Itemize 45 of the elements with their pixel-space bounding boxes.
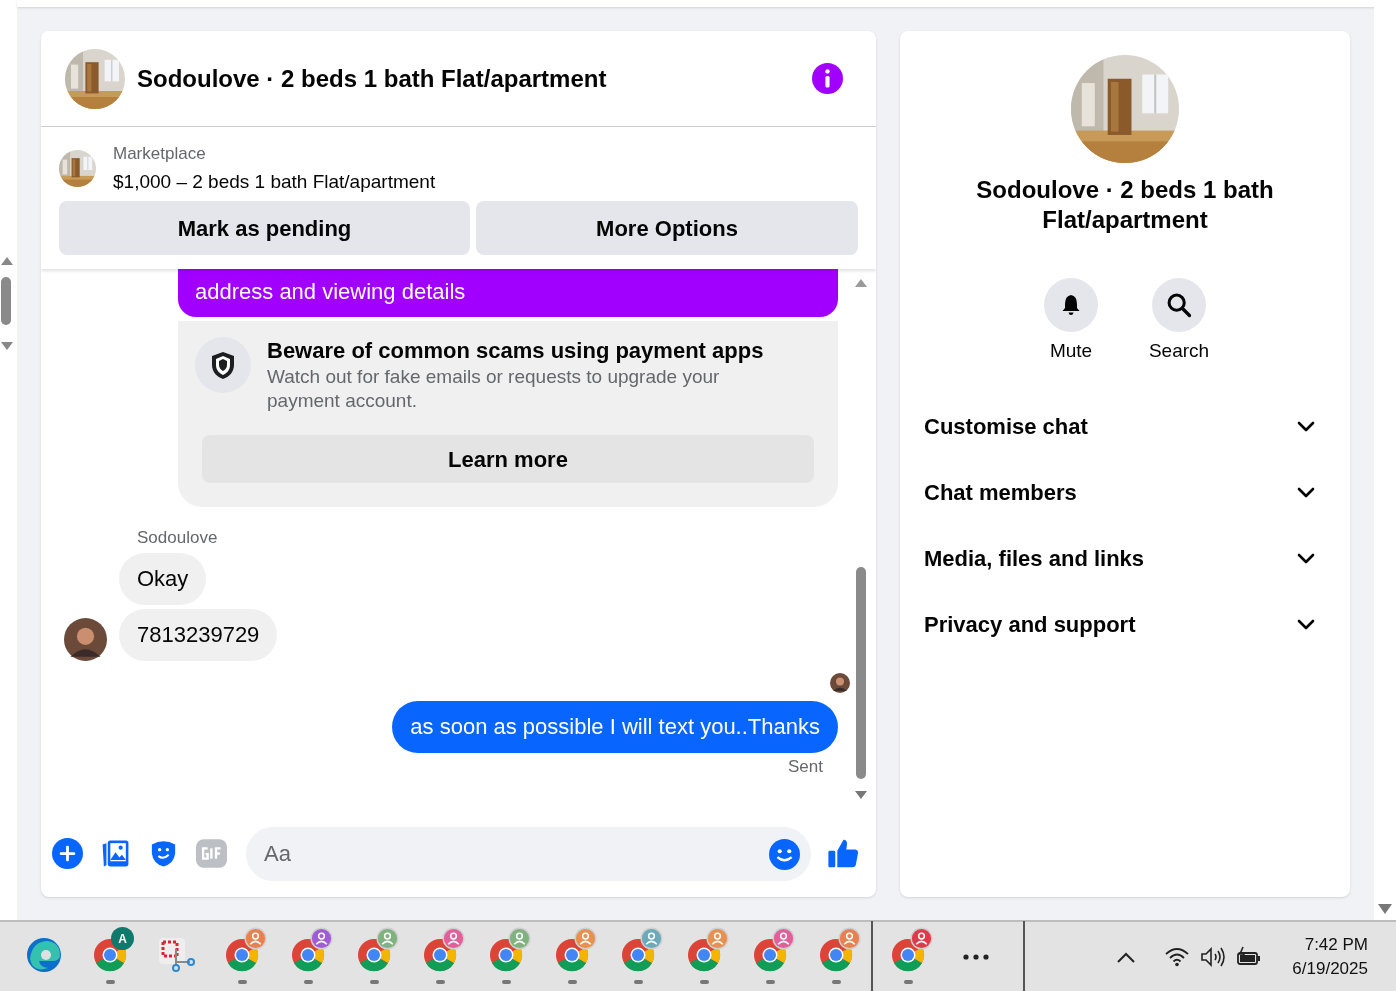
- browser-icon[interactable]: [24, 935, 64, 975]
- notice-text: Watch out for fake emails or requests to upgrade your payment account.: [267, 365, 721, 413]
- chevron-up-icon[interactable]: [1117, 950, 1136, 963]
- listing-action-button[interactable]: More Options: [476, 201, 858, 255]
- info-icon[interactable]: [812, 63, 843, 94]
- details-title: Sodoulove · 2 beds 1 bath Flat/apartment: [975, 175, 1275, 235]
- action-label: Search: [1148, 339, 1210, 363]
- message-input[interactable]: Aa: [246, 826, 811, 881]
- search-icon: [1165, 291, 1193, 319]
- learn-more-button[interactable]: Learn more: [202, 435, 814, 483]
- scroll-down-arrow-icon[interactable]: [1378, 904, 1392, 914]
- speaker-icon[interactable]: [1200, 945, 1227, 968]
- action-button[interactable]: [1044, 278, 1098, 332]
- clock-time[interactable]: 7:42 PM: [1304, 932, 1368, 957]
- shield-icon: [195, 337, 251, 393]
- like-icon[interactable]: [827, 837, 860, 870]
- section-row[interactable]: Privacy and support: [914, 591, 1336, 657]
- sender-name: Sodoulove: [137, 527, 219, 549]
- section-row[interactable]: Chat members: [914, 459, 1336, 525]
- listing-summary: $1,000 – 2 beds 1 bath Flat/apartment: [113, 170, 436, 194]
- emoji-icon[interactable]: [769, 838, 800, 870]
- notice-title: Beware of common scams using payment apps: [267, 337, 764, 365]
- section-row[interactable]: Customise chat: [914, 393, 1336, 459]
- listing-source: Marketplace: [113, 143, 207, 165]
- section-row[interactable]: Media, files and links: [914, 525, 1336, 591]
- more-icon[interactable]: [963, 953, 989, 960]
- message-bubble: Okay: [119, 553, 207, 605]
- action-button[interactable]: [1152, 278, 1206, 332]
- listing-action-button[interactable]: Mark as pending: [59, 201, 470, 255]
- add-icon[interactable]: [52, 838, 83, 869]
- scrollbar-drawing[interactable]: [854, 277, 868, 801]
- scrollbar-drawing[interactable]: [0, 255, 14, 352]
- battery-icon[interactable]: [1236, 945, 1263, 968]
- message-bubble: 7813239729: [119, 609, 278, 661]
- chat-title: Sodoulove · 2 beds 1 bath Flat/apartment: [137, 63, 608, 94]
- scissors-icon[interactable]: [156, 935, 196, 975]
- profile-badge: A: [111, 927, 134, 950]
- action-label: Mute: [1049, 339, 1093, 363]
- wifi-icon[interactable]: [1164, 946, 1191, 967]
- message-status: Sent: [788, 756, 823, 778]
- message-bubble: address and viewing details: [178, 269, 838, 317]
- message-bubble: as soon as possible I will text you..Thanks: [392, 701, 838, 753]
- gallery-icon[interactable]: [100, 838, 131, 869]
- avatar-icon: [830, 673, 850, 693]
- clock-date[interactable]: 6/19/2025: [1292, 956, 1368, 981]
